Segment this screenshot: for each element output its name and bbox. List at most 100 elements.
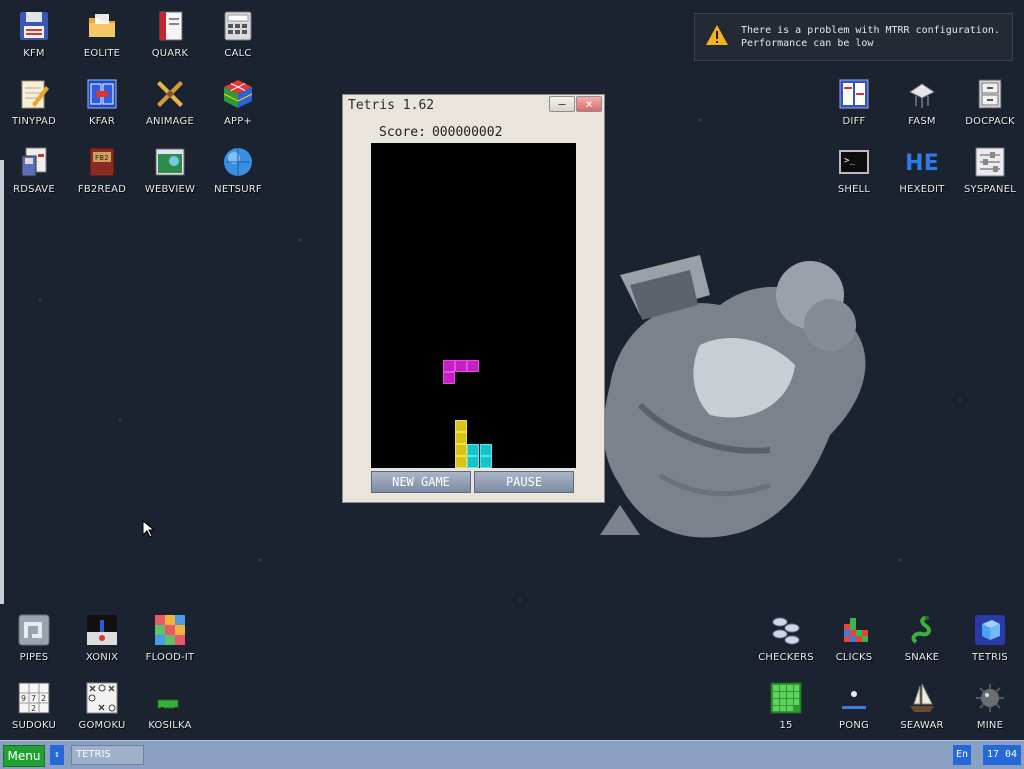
taskbar-item-tetris[interactable]: TETRIS bbox=[71, 745, 144, 765]
desktop-icon-fifteen[interactable]: 15 bbox=[752, 682, 820, 731]
desktop-icon-app-plus[interactable]: APP+ bbox=[204, 78, 272, 127]
book-icon: FB2 bbox=[86, 146, 118, 178]
pong-paddle-icon bbox=[838, 682, 870, 714]
desktop-icon-pipes[interactable]: PIPES bbox=[0, 614, 68, 663]
desktop-icon-eolite[interactable]: EOLITE bbox=[68, 10, 136, 59]
mtrr-warning-notification[interactable]: There is a problem with MTRR configurati… bbox=[694, 13, 1013, 61]
cabinet-icon bbox=[974, 78, 1006, 110]
window-switch-button[interactable]: ↕ bbox=[50, 745, 64, 765]
snake-icon bbox=[906, 614, 938, 646]
floppy-disk-icon bbox=[18, 10, 50, 42]
desktop-icon-label: ANIMAGE bbox=[145, 116, 195, 127]
desktop-icon-tinypad[interactable]: TINYPAD bbox=[0, 78, 68, 127]
desktop-icon-gomoku[interactable]: GOMOKU bbox=[68, 682, 136, 731]
desktop-icon-animage[interactable]: ANIMAGE bbox=[136, 78, 204, 127]
desktop-icon-shell[interactable]: >_ SHELL bbox=[820, 146, 888, 195]
close-button[interactable]: × bbox=[576, 96, 602, 112]
desktop-icon-label: XONIX bbox=[85, 652, 119, 663]
desktop-icon-label: WEBVIEW bbox=[144, 184, 196, 195]
taskbar: Menu ↕ TETRIS En 17 04 bbox=[0, 740, 1024, 769]
tetris-block bbox=[467, 359, 480, 372]
svg-text:9: 9 bbox=[21, 694, 26, 703]
desktop-icon-syspanel[interactable]: SYSPANEL bbox=[956, 146, 1024, 195]
desktop-icon-clicks[interactable]: CLICKS bbox=[820, 614, 888, 663]
mine-bomb-icon bbox=[974, 682, 1006, 714]
xonix-icon bbox=[86, 614, 118, 646]
tetris-block bbox=[479, 455, 492, 468]
desktop-icon-label: SEAWAR bbox=[900, 720, 944, 731]
desktop-icon-webview[interactable]: WEBVIEW bbox=[136, 146, 204, 195]
desktop-icon-quark[interactable]: QUARK bbox=[136, 10, 204, 59]
tetris-block bbox=[455, 455, 468, 468]
tetris-block bbox=[455, 431, 468, 444]
score-value: 000000002 bbox=[431, 125, 503, 140]
pipes-icon bbox=[18, 614, 50, 646]
tetris-board[interactable] bbox=[371, 143, 576, 468]
svg-text:7: 7 bbox=[31, 694, 36, 703]
desktop-icon-label: SYSPANEL bbox=[963, 184, 1016, 195]
desktop-icon-label: DIFF bbox=[842, 116, 866, 127]
pause-button[interactable]: PAUSE bbox=[474, 471, 574, 493]
left-panel-edge[interactable] bbox=[0, 160, 4, 604]
wallpaper-island-art bbox=[600, 255, 866, 538]
language-indicator[interactable]: En bbox=[953, 745, 971, 765]
desktop-icon-rdsave[interactable]: RDSAVE bbox=[0, 146, 68, 195]
svg-text:HE: HE bbox=[906, 151, 938, 176]
desktop-icon-label: SNAKE bbox=[904, 652, 940, 663]
crossed-pencils-icon bbox=[154, 78, 186, 110]
tetris-block bbox=[467, 443, 480, 456]
desktop-icon-seawar[interactable]: SEAWAR bbox=[888, 682, 956, 731]
notebook-icon bbox=[154, 10, 186, 42]
rubiks-cube-icon bbox=[222, 78, 254, 110]
tetris-block bbox=[455, 419, 468, 432]
desktop-icon-label: FB2READ bbox=[77, 184, 127, 195]
desktop-icon-fb2read[interactable]: FB2 FB2READ bbox=[68, 146, 136, 195]
hex-editor-icon: HE bbox=[905, 146, 939, 178]
desktop-icon-label: CHECKERS bbox=[758, 652, 814, 663]
desktop-icon-flood-it[interactable]: FLOOD-IT bbox=[136, 614, 204, 663]
desktop-icon-label: FLOOD-IT bbox=[145, 652, 195, 663]
desktop-icon-kosilka[interactable]: KOSILKA bbox=[136, 682, 204, 731]
clock[interactable]: 17 04 bbox=[983, 745, 1021, 765]
folder-icon bbox=[86, 10, 118, 42]
menu-button[interactable]: Menu bbox=[3, 745, 45, 767]
tetris-window: Tetris 1.62 – × Score: 000000002 NEW GAME… bbox=[342, 94, 605, 503]
tetris-titlebar[interactable]: Tetris 1.62 – × bbox=[343, 95, 604, 117]
desktop-icon-label: TINYPAD bbox=[12, 116, 56, 127]
tetris-block bbox=[443, 359, 456, 372]
minimize-button[interactable]: – bbox=[549, 96, 575, 112]
desktop-icon-kfm[interactable]: KFM bbox=[0, 10, 68, 59]
desktop-icon-mine[interactable]: MINE bbox=[956, 682, 1024, 731]
desktop-icon-tetris[interactable]: TETRIS bbox=[956, 614, 1024, 663]
desktop-icon-label: APP+ bbox=[223, 116, 253, 127]
sudoku-grid-icon: 9722 bbox=[18, 682, 50, 714]
desktop-icon-diff[interactable]: DIFF bbox=[820, 78, 888, 127]
desktop-icon-xonix[interactable]: XONIX bbox=[68, 614, 136, 663]
desktop-icon-netsurf[interactable]: NETSURF bbox=[204, 146, 272, 195]
score-label: Score: bbox=[379, 125, 426, 140]
tetris-block bbox=[467, 455, 480, 468]
desktop-icon-fasm[interactable]: FASM bbox=[888, 78, 956, 127]
desktop-icon-label: CALC bbox=[224, 48, 252, 59]
desktop-icon-label: SHELL bbox=[837, 184, 871, 195]
notification-line-2: Performance can be low bbox=[741, 38, 874, 49]
diff-panels-icon bbox=[838, 78, 870, 110]
desktop-icon-pong[interactable]: PONG bbox=[820, 682, 888, 731]
desktop-icon-snake[interactable]: SNAKE bbox=[888, 614, 956, 663]
desktop-icon-calc[interactable]: CALC bbox=[204, 10, 272, 59]
web-page-icon bbox=[154, 146, 186, 178]
desktop-icon-hexedit[interactable]: HE HEXEDIT bbox=[888, 146, 956, 195]
mouse-pointer-icon bbox=[142, 520, 154, 538]
desktop-icon-sudoku[interactable]: 9722 SUDOKU bbox=[0, 682, 68, 731]
color-grid-icon bbox=[154, 614, 186, 646]
desktop-icon-checkers[interactable]: CHECKERS bbox=[752, 614, 820, 663]
desktop-icon-label: KFM bbox=[23, 48, 45, 59]
score-display: Score: 000000002 bbox=[379, 125, 502, 140]
new-game-button[interactable]: NEW GAME bbox=[371, 471, 471, 493]
desktop-icon-label: MINE bbox=[976, 720, 1004, 731]
window-title: Tetris 1.62 bbox=[348, 98, 435, 113]
desktop-icon-label: 15 bbox=[779, 720, 793, 731]
desktop-icon-kfar[interactable]: KFAR bbox=[68, 78, 136, 127]
desktop-icon-docpack[interactable]: DOCPACK bbox=[956, 78, 1024, 127]
tetris-block bbox=[455, 443, 468, 456]
